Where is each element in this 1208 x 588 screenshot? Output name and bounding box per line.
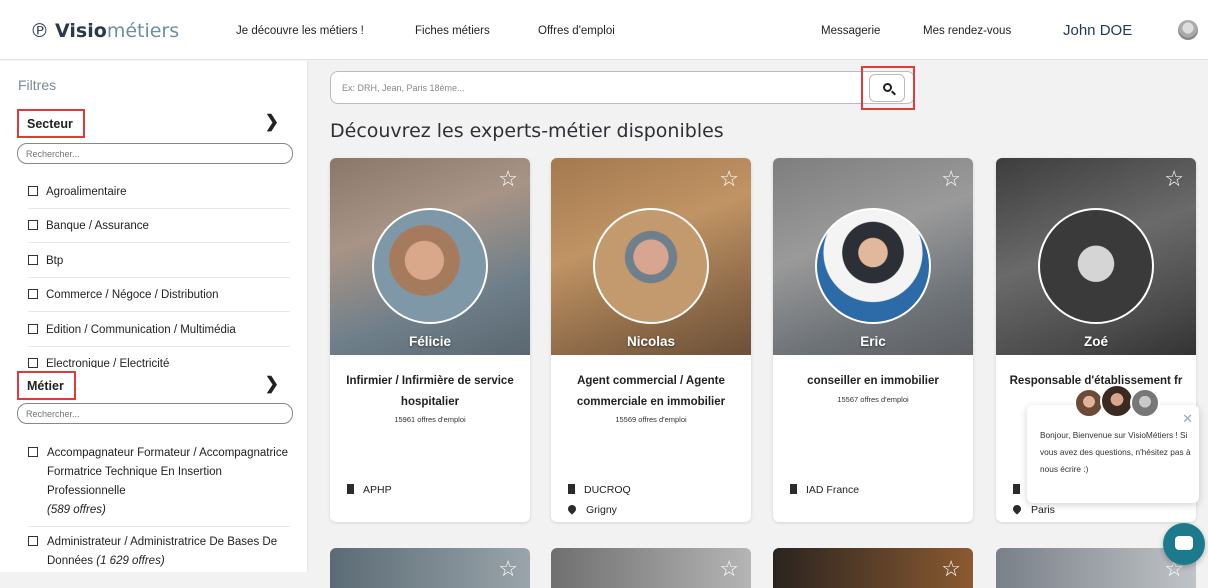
secteur-item[interactable]: Banque / Assurance: [28, 220, 290, 243]
expert-card[interactable]: ☆ Nicolas Agent commercial / Agente comm…: [551, 158, 751, 522]
checkbox[interactable]: [28, 255, 38, 265]
metier-item[interactable]: Administrateur / Administratrice De Base…: [28, 533, 290, 571]
expert-name: Zoé: [1083, 334, 1108, 349]
expert-card[interactable]: ☆: [773, 548, 973, 588]
search-icon: [883, 83, 892, 92]
nav-messages[interactable]: Messagerie: [821, 25, 880, 37]
divider: [28, 526, 290, 527]
secteur-item[interactable]: Agroalimentaire: [28, 186, 290, 209]
chevron-right-icon[interactable]: ❯: [265, 374, 279, 394]
top-navigation-bar: ℗ Visiométiers Je découvre les métiers !…: [0, 0, 1208, 60]
search-placeholder: Ex: DRH, Jean, Paris 18ème...: [342, 83, 465, 93]
star-icon[interactable]: ☆: [719, 558, 739, 580]
nav-job-sheets[interactable]: Fiches métiers: [415, 25, 490, 37]
metier-search-input[interactable]: [17, 403, 293, 424]
user-name[interactable]: John DOE: [1063, 22, 1132, 39]
secteur-item[interactable]: Electronique / Électricité: [28, 358, 290, 368]
secteur-search-input[interactable]: [17, 143, 293, 164]
expert-job-title: Agent commercial / Agente commerciale en…: [576, 375, 726, 408]
expert-avatar: [1038, 208, 1154, 324]
star-icon[interactable]: ☆: [941, 558, 961, 580]
nav-job-offers[interactable]: Offres d'emploi: [538, 25, 615, 37]
metier-item-text: Accompagnateur Formateur / Accompagnatri…: [47, 447, 288, 516]
visiometiers-logo[interactable]: ℗ Visiométiers: [30, 20, 179, 42]
nav-appointments[interactable]: Mes rendez-vous: [923, 25, 1011, 37]
metier-item[interactable]: Accompagnateur Formateur / Accompagnatri…: [28, 444, 290, 520]
star-icon[interactable]: ☆: [719, 168, 739, 190]
chat-welcome-message: Bonjour, Bienvenue sur VisioMétiers ! Si…: [1040, 430, 1191, 474]
chat-button[interactable]: [1163, 523, 1205, 565]
metier-item-text: Administrateur / Administratrice De Base…: [47, 536, 278, 567]
search-button[interactable]: [861, 66, 915, 110]
location-pin-icon: [1011, 503, 1023, 515]
expert-card[interactable]: ☆: [330, 548, 530, 588]
expert-avatar: [815, 208, 931, 324]
checkbox[interactable]: [28, 447, 38, 457]
location-pin-icon: [566, 503, 578, 515]
secteur-item[interactable]: Commerce / Négoce / Distribution: [28, 289, 290, 312]
expert-card[interactable]: ☆ Eric conseiller en immobilier 15567 of…: [773, 158, 973, 522]
building-icon: [347, 484, 354, 494]
expert-avatar: [372, 208, 488, 324]
metier-filter-header[interactable]: Métier ❯: [17, 371, 279, 400]
checkbox[interactable]: [28, 536, 38, 546]
filters-sidebar: Filtres Secteur ❯ Agroalimentaire Banque…: [0, 61, 308, 572]
chevron-right-icon[interactable]: ❯: [265, 112, 279, 132]
metier-label: Métier: [17, 371, 76, 400]
logo-text-bold: Visio: [55, 20, 107, 42]
expert-card[interactable]: ☆: [551, 548, 751, 588]
expert-name: Eric: [860, 334, 886, 349]
job-offers-count: 15567 offres d'emploi: [837, 395, 909, 404]
expert-company: IAD France: [790, 484, 859, 496]
star-icon[interactable]: ☆: [498, 168, 518, 190]
building-icon: [568, 484, 575, 494]
close-icon[interactable]: ✕: [1182, 411, 1193, 427]
support-avatar: [1130, 388, 1160, 418]
star-icon[interactable]: ☆: [1164, 168, 1184, 190]
filters-title: Filtres: [18, 77, 57, 93]
star-icon[interactable]: ☆: [498, 558, 518, 580]
expert-search-input[interactable]: Ex: DRH, Jean, Paris 18ème...: [330, 71, 915, 104]
star-icon[interactable]: ☆: [941, 168, 961, 190]
building-icon: [1013, 484, 1020, 494]
user-avatar[interactable]: [1178, 20, 1198, 40]
secteur-item[interactable]: Btp: [28, 255, 290, 278]
checkbox[interactable]: [28, 220, 38, 230]
expert-city: Paris: [1011, 503, 1055, 516]
page-title: Découvrez les experts-métier disponibles: [330, 120, 724, 142]
expert-avatar: [593, 208, 709, 324]
checkbox[interactable]: [28, 289, 38, 299]
expert-job-title: Infirmier / Infirmière de service hospit…: [346, 375, 514, 408]
building-icon: [790, 484, 797, 494]
secteur-item[interactable]: Edition / Communication / Multimédia: [28, 324, 290, 347]
secteur-filter-header[interactable]: Secteur ❯: [17, 109, 279, 138]
expert-name: Nicolas: [626, 334, 676, 349]
expert-job-title: conseiller en immobilier: [807, 375, 939, 387]
checkbox[interactable]: [28, 186, 38, 196]
secteur-label: Secteur: [17, 109, 85, 138]
nav-discover-jobs[interactable]: Je découvre les métiers !: [236, 25, 364, 37]
support-team-avatars: [1074, 384, 1164, 424]
support-avatar: [1100, 384, 1134, 418]
logo-text-light: métiers: [106, 20, 180, 42]
expert-city: Grigny: [566, 503, 617, 516]
expert-company: DUCROQ: [568, 484, 631, 496]
expert-card[interactable]: ☆ Félicie Infirmier / Infirmière de serv…: [330, 158, 530, 522]
expert-company: APHP: [347, 484, 392, 496]
job-offers-count: 15569 offres d'emploi: [615, 415, 687, 424]
checkbox[interactable]: [28, 324, 38, 334]
logo-icon: ℗: [30, 20, 49, 42]
expert-name: Félicie: [408, 334, 452, 349]
job-offers-count: 15961 offres d'emploi: [394, 415, 466, 424]
checkbox[interactable]: [28, 358, 38, 368]
